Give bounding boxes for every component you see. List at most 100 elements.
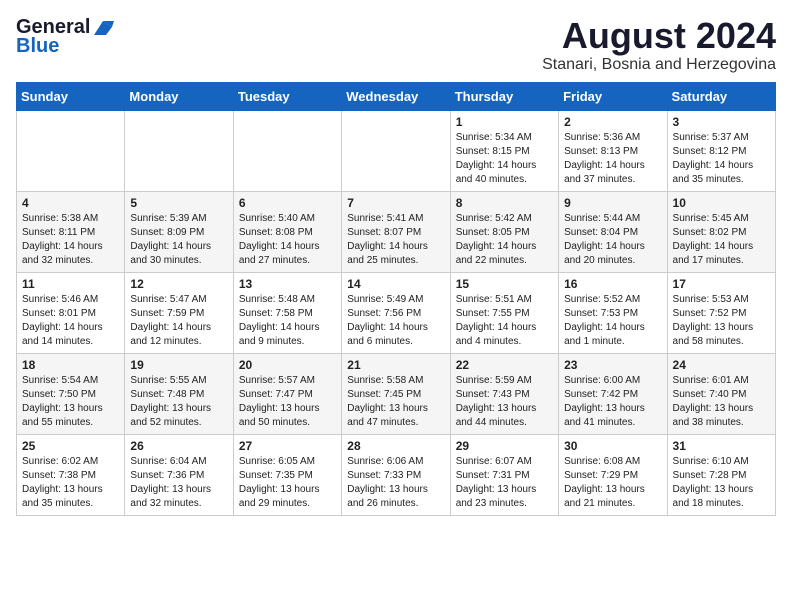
day-info: Sunrise: 5:47 AM Sunset: 7:59 PM Dayligh… — [130, 293, 227, 349]
calendar-cell: 8Sunrise: 5:42 AM Sunset: 8:05 PM Daylig… — [450, 191, 558, 272]
calendar-cell: 9 Sunrise: 5:44 AM Sunset: 8:04 PM Daylig… — [559, 191, 667, 272]
day-info: Sunrise: 5:58 AM Sunset: 7:45 PM Dayligh… — [347, 374, 444, 430]
calendar-cell: 24Sunrise: 6:01 AM Sunset: 7:40 PM Dayli… — [667, 353, 775, 434]
calendar-cell: 31 Sunrise: 6:10 AM Sunset: 7:28 PM Dayli… — [667, 434, 775, 515]
logo: General Blue — [16, 16, 114, 58]
day-number: 22 — [456, 358, 553, 372]
weekday-header-wednesday: Wednesday — [342, 82, 450, 110]
calendar-cell: 2 Sunrise: 5:36 AM Sunset: 8:13 PM Daylig… — [559, 110, 667, 191]
day-number: 11 — [22, 277, 119, 291]
day-info: Sunrise: 5:44 AM Sunset: 8:04 PM Dayligh… — [564, 212, 661, 268]
day-number: 31 — [673, 439, 770, 453]
day-number: 7 — [347, 196, 444, 210]
day-info: Sunrise: 5:34 AM Sunset: 8:15 PM Dayligh… — [456, 131, 553, 187]
calendar-cell: 7Sunrise: 5:41 AM Sunset: 8:07 PM Daylig… — [342, 191, 450, 272]
day-info: Sunrise: 5:36 AM Sunset: 8:13 PM Dayligh… — [564, 131, 661, 187]
day-info: Sunrise: 5:49 AM Sunset: 7:56 PM Dayligh… — [347, 293, 444, 349]
day-number: 13 — [239, 277, 336, 291]
day-number: 30 — [564, 439, 661, 453]
calendar-cell: 17Sunrise: 5:53 AM Sunset: 7:52 PM Dayli… — [667, 272, 775, 353]
day-info: Sunrise: 5:53 AM Sunset: 7:52 PM Dayligh… — [673, 293, 770, 349]
calendar-cell: 29 Sunrise: 6:07 AM Sunset: 7:31 PM Dayli… — [450, 434, 558, 515]
calendar-cell: 11 Sunrise: 5:46 AM Sunset: 8:01 PM Dayli… — [17, 272, 125, 353]
calendar-cell: 18 Sunrise: 5:54 AM Sunset: 7:50 PM Dayli… — [17, 353, 125, 434]
calendar-cell: 19 Sunrise: 5:55 AM Sunset: 7:48 PM Dayli… — [125, 353, 233, 434]
calendar-week-4: 18 Sunrise: 5:54 AM Sunset: 7:50 PM Dayli… — [17, 353, 776, 434]
calendar-cell: 21Sunrise: 5:58 AM Sunset: 7:45 PM Dayli… — [342, 353, 450, 434]
day-info: Sunrise: 5:48 AM Sunset: 7:58 PM Dayligh… — [239, 293, 336, 349]
calendar-cell: 10 Sunrise: 5:45 AM Sunset: 8:02 PM Dayli… — [667, 191, 775, 272]
month-year: August 2024 — [542, 16, 776, 56]
calendar-cell — [342, 110, 450, 191]
calendar-cell: 22 Sunrise: 5:59 AM Sunset: 7:43 PM Dayli… — [450, 353, 558, 434]
weekday-header-friday: Friday — [559, 82, 667, 110]
calendar-cell: 4 Sunrise: 5:38 AM Sunset: 8:11 PM Daylig… — [17, 191, 125, 272]
calendar-cell: 3 Sunrise: 5:37 AM Sunset: 8:12 PM Daylig… — [667, 110, 775, 191]
calendar-cell: 25Sunrise: 6:02 AM Sunset: 7:38 PM Dayli… — [17, 434, 125, 515]
weekday-header-row: SundayMondayTuesdayWednesdayThursdayFrid… — [17, 82, 776, 110]
day-info: Sunrise: 5:54 AM Sunset: 7:50 PM Dayligh… — [22, 374, 119, 430]
day-info: Sunrise: 5:40 AM Sunset: 8:08 PM Dayligh… — [239, 212, 336, 268]
day-number: 23 — [564, 358, 661, 372]
day-number: 9 — [564, 196, 661, 210]
calendar-cell: 12 Sunrise: 5:47 AM Sunset: 7:59 PM Dayli… — [125, 272, 233, 353]
logo-blue: Blue — [16, 35, 59, 58]
day-info: Sunrise: 6:08 AM Sunset: 7:29 PM Dayligh… — [564, 455, 661, 511]
weekday-header-tuesday: Tuesday — [233, 82, 341, 110]
day-info: Sunrise: 6:00 AM Sunset: 7:42 PM Dayligh… — [564, 374, 661, 430]
day-info: Sunrise: 5:59 AM Sunset: 7:43 PM Dayligh… — [456, 374, 553, 430]
weekday-header-thursday: Thursday — [450, 82, 558, 110]
day-number: 5 — [130, 196, 227, 210]
day-info: Sunrise: 5:45 AM Sunset: 8:02 PM Dayligh… — [673, 212, 770, 268]
day-info: Sunrise: 6:10 AM Sunset: 7:28 PM Dayligh… — [673, 455, 770, 511]
calendar-cell: 13 Sunrise: 5:48 AM Sunset: 7:58 PM Dayli… — [233, 272, 341, 353]
day-info: Sunrise: 5:55 AM Sunset: 7:48 PM Dayligh… — [130, 374, 227, 430]
day-info: Sunrise: 5:51 AM Sunset: 7:55 PM Dayligh… — [456, 293, 553, 349]
calendar-cell: 14Sunrise: 5:49 AM Sunset: 7:56 PM Dayli… — [342, 272, 450, 353]
day-info: Sunrise: 6:02 AM Sunset: 7:38 PM Dayligh… — [22, 455, 119, 511]
day-number: 10 — [673, 196, 770, 210]
calendar-week-5: 25Sunrise: 6:02 AM Sunset: 7:38 PM Dayli… — [17, 434, 776, 515]
calendar-cell — [233, 110, 341, 191]
day-info: Sunrise: 5:46 AM Sunset: 8:01 PM Dayligh… — [22, 293, 119, 349]
day-number: 15 — [456, 277, 553, 291]
calendar-cell: 15 Sunrise: 5:51 AM Sunset: 7:55 PM Dayli… — [450, 272, 558, 353]
day-number: 4 — [22, 196, 119, 210]
location: Stanari, Bosnia and Herzegovina — [542, 56, 776, 74]
day-info: Sunrise: 5:57 AM Sunset: 7:47 PM Dayligh… — [239, 374, 336, 430]
day-info: Sunrise: 5:39 AM Sunset: 8:09 PM Dayligh… — [130, 212, 227, 268]
day-info: Sunrise: 6:05 AM Sunset: 7:35 PM Dayligh… — [239, 455, 336, 511]
calendar-week-2: 4 Sunrise: 5:38 AM Sunset: 8:11 PM Daylig… — [17, 191, 776, 272]
calendar-cell: 30 Sunrise: 6:08 AM Sunset: 7:29 PM Dayli… — [559, 434, 667, 515]
calendar-cell — [125, 110, 233, 191]
day-info: Sunrise: 5:37 AM Sunset: 8:12 PM Dayligh… — [673, 131, 770, 187]
day-number: 3 — [673, 115, 770, 129]
day-number: 8 — [456, 196, 553, 210]
day-info: Sunrise: 6:04 AM Sunset: 7:36 PM Dayligh… — [130, 455, 227, 511]
calendar-cell: 16Sunrise: 5:52 AM Sunset: 7:53 PM Dayli… — [559, 272, 667, 353]
day-number: 18 — [22, 358, 119, 372]
weekday-header-monday: Monday — [125, 82, 233, 110]
calendar-cell: 23 Sunrise: 6:00 AM Sunset: 7:42 PM Dayli… — [559, 353, 667, 434]
calendar-cell: 28Sunrise: 6:06 AM Sunset: 7:33 PM Dayli… — [342, 434, 450, 515]
calendar-cell — [17, 110, 125, 191]
calendar-cell: 6 Sunrise: 5:40 AM Sunset: 8:08 PM Daylig… — [233, 191, 341, 272]
day-number: 6 — [239, 196, 336, 210]
page-header: General Blue August 2024 Stanari, Bosnia… — [16, 16, 776, 74]
day-number: 28 — [347, 439, 444, 453]
calendar-cell: 26Sunrise: 6:04 AM Sunset: 7:36 PM Dayli… — [125, 434, 233, 515]
calendar-cell: 1Sunrise: 5:34 AM Sunset: 8:15 PM Daylig… — [450, 110, 558, 191]
calendar-cell: 5 Sunrise: 5:39 AM Sunset: 8:09 PM Daylig… — [125, 191, 233, 272]
logo-icon — [92, 19, 114, 37]
day-number: 29 — [456, 439, 553, 453]
day-number: 2 — [564, 115, 661, 129]
day-number: 16 — [564, 277, 661, 291]
day-info: Sunrise: 6:01 AM Sunset: 7:40 PM Dayligh… — [673, 374, 770, 430]
day-info: Sunrise: 6:07 AM Sunset: 7:31 PM Dayligh… — [456, 455, 553, 511]
day-number: 19 — [130, 358, 227, 372]
day-number: 20 — [239, 358, 336, 372]
day-info: Sunrise: 5:38 AM Sunset: 8:11 PM Dayligh… — [22, 212, 119, 268]
weekday-header-sunday: Sunday — [17, 82, 125, 110]
day-number: 12 — [130, 277, 227, 291]
day-number: 27 — [239, 439, 336, 453]
